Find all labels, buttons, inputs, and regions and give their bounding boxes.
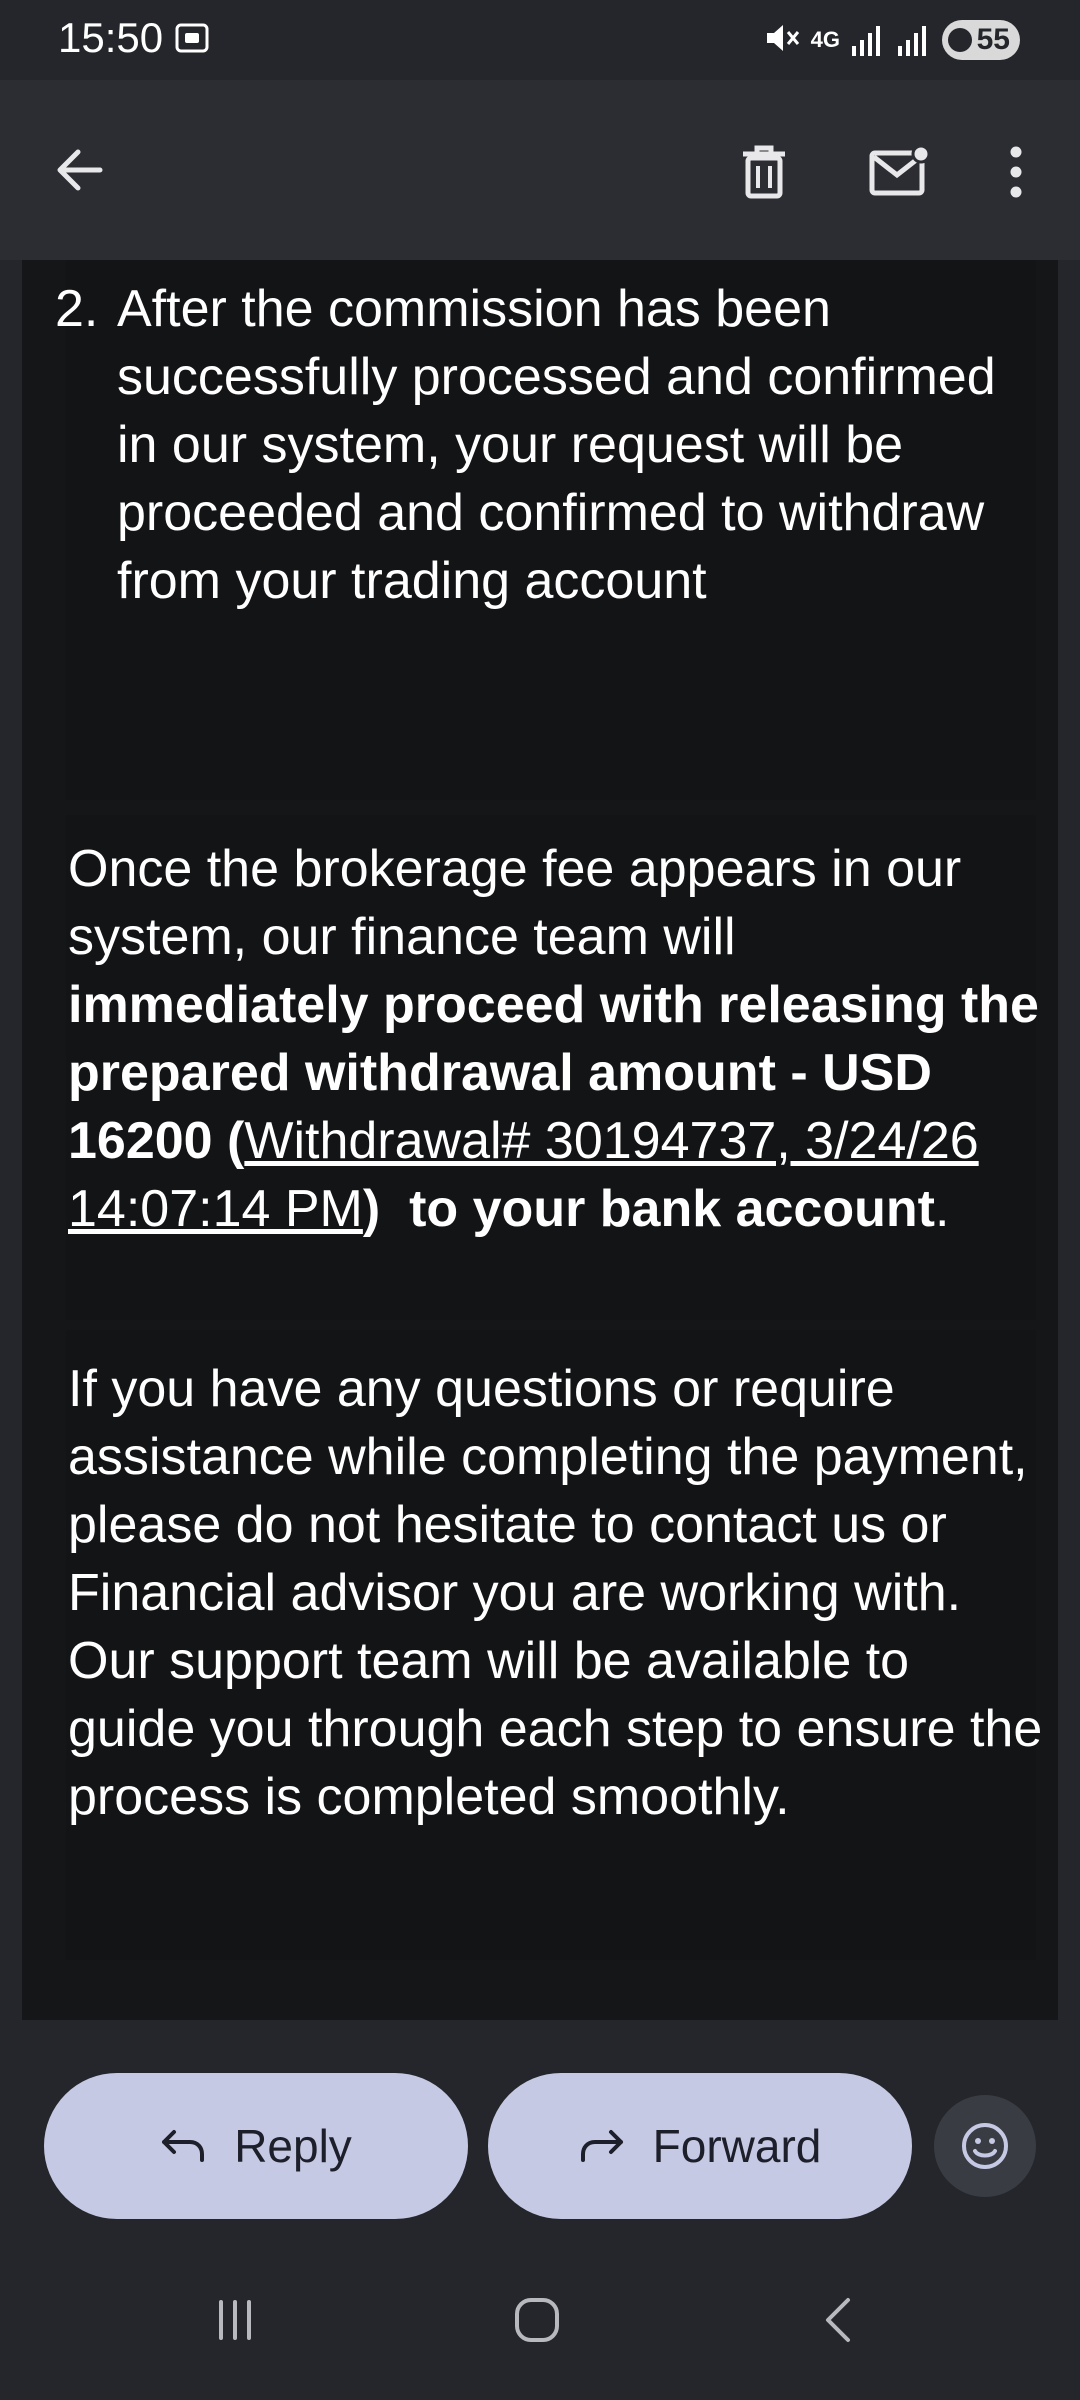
reply-button[interactable]: Reply: [44, 2073, 468, 2219]
mail-unread-icon: [869, 145, 931, 196]
status-icons: 4G 55: [761, 18, 1020, 62]
email-body: 2. After the commission has been success…: [22, 260, 1058, 2020]
home-icon: [515, 2298, 559, 2342]
emoji-reaction-button[interactable]: [934, 2095, 1036, 2197]
forward-button[interactable]: Forward: [488, 2073, 912, 2219]
paragraph-bold-text: to your bank account: [409, 1180, 935, 1238]
battery-level: 55: [976, 23, 1010, 56]
list-item-number: 2.: [55, 280, 99, 338]
status-time: 15:50: [58, 14, 164, 61]
signal-icon-2: [896, 18, 932, 63]
back-button[interactable]: [40, 130, 120, 210]
paragraph-bold-text: ): [362, 1180, 381, 1238]
network-type-label: 4G: [810, 27, 840, 52]
signal-icon-1: [850, 18, 886, 63]
bottom-actions: Reply Forward: [0, 2020, 1080, 2240]
reply-label: Reply: [234, 2120, 352, 2172]
back-chevron-icon: [826, 2298, 850, 2342]
more-options-button[interactable]: [986, 132, 1046, 212]
delete-button[interactable]: [724, 132, 804, 212]
more-vert-icon: [1010, 146, 1022, 198]
nav-back-button[interactable]: [800, 2280, 880, 2360]
home-button[interactable]: [497, 2280, 577, 2360]
email-content[interactable]: 2. After the commission has been success…: [0, 260, 1080, 2020]
battery-indicator: 55: [942, 20, 1020, 60]
forward-icon: [580, 2130, 623, 2162]
email-paragraph: Once the brokerage fee appears in our sy…: [68, 835, 1048, 1243]
recent-apps-icon: [219, 2300, 251, 2340]
reply-icon: [162, 2130, 205, 2162]
screen-record-icon: [174, 20, 210, 61]
email-paragraph: If you have any questions or require ass…: [68, 1360, 1043, 1826]
paragraph-text: .: [934, 1180, 950, 1238]
email-toolbar: [0, 80, 1080, 260]
status-bar: 15:50 4G 55: [0, 0, 1080, 80]
trash-icon: [743, 145, 785, 199]
paragraph-text: Once the brokerage fee appears in our sy…: [68, 840, 962, 966]
list-item-text: After the commission has been successful…: [117, 280, 996, 610]
mute-icon: [761, 18, 801, 63]
forward-label: Forward: [652, 2120, 822, 2172]
arrow-left-icon: [57, 149, 103, 191]
emoji-icon: [962, 2123, 1008, 2169]
battery-saver-icon: [948, 28, 972, 52]
mark-unread-button[interactable]: [858, 132, 942, 212]
system-nav-bar: [0, 2240, 1080, 2400]
list-item: 2. After the commission has been success…: [55, 275, 1007, 615]
recent-apps-button[interactable]: [195, 2280, 275, 2360]
